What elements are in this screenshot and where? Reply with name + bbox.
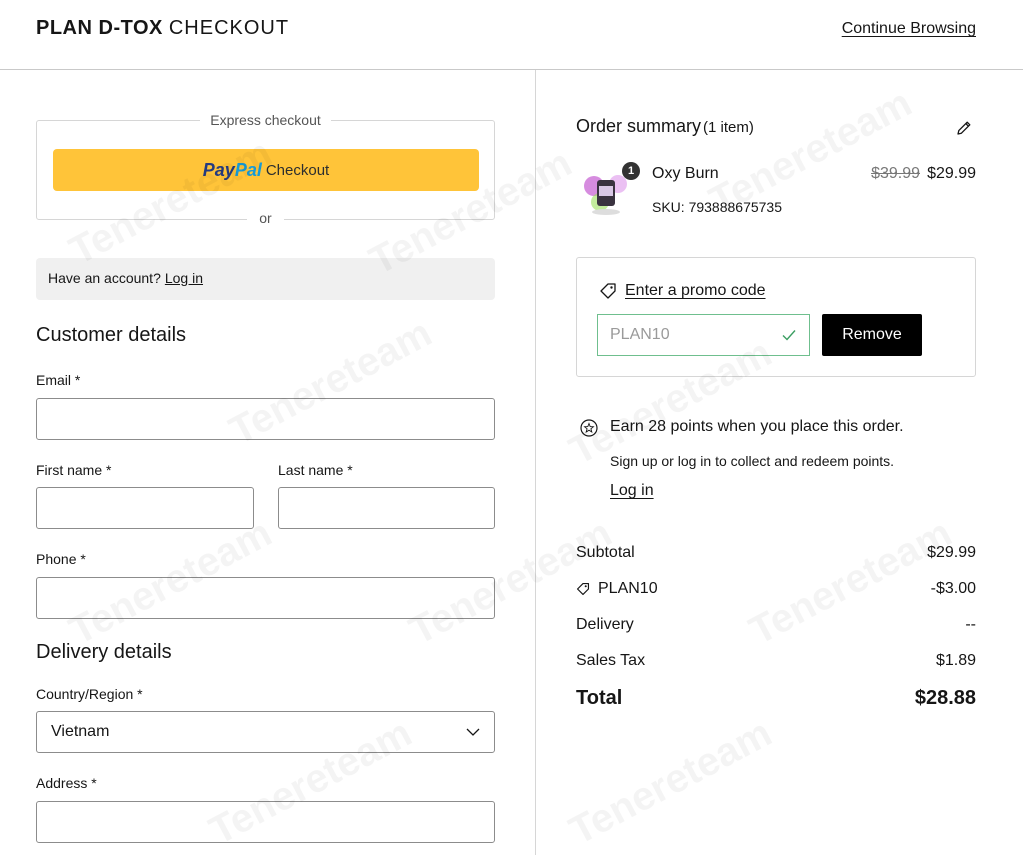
account-prompt: Have an account? [48,270,161,286]
promo-code-box: Enter a promo code PLAN10 Remove [576,257,976,377]
sales-tax-value: $1.89 [935,652,976,669]
customer-details-title: Customer details [36,324,187,346]
subtotal-value: $29.99 [927,544,976,561]
total-label: Total [576,687,623,709]
brand-checkout-label: CHECKOUT [168,17,290,39]
delivery-label: Delivery [576,616,634,633]
sales-tax-label: Sales Tax [576,652,646,669]
address-field[interactable] [36,801,495,843]
promo-code-link: Enter a promo code [625,282,766,299]
sales-tax-row: Sales Tax $1.89 [576,652,976,670]
remove-promo-button[interactable]: Remove [822,314,922,356]
account-login-box: Have an account? Log in [36,258,495,300]
last-name-label: Last name * [278,462,353,478]
last-name-field[interactable] [278,487,495,529]
points-subtext: Sign up or log in to collect and redeem … [610,453,895,469]
first-name-label: First name * [36,462,112,478]
promo-code-toggle[interactable]: Enter a promo code [599,282,766,300]
email-field[interactable] [36,398,495,440]
checkout-header: PLAN D-TOX CHECKOUT Continue Browsing [0,0,1023,70]
login-link[interactable]: Log in [165,270,203,286]
continue-browsing-link[interactable]: Continue Browsing [842,20,976,38]
phone-label: Phone * [36,551,86,567]
column-divider [535,70,536,855]
promo-code-value: PLAN10 [610,326,670,343]
subtotal-label: Subtotal [576,544,635,561]
order-item-count: (1 item) [703,119,754,136]
paypal-logo: PayPal [202,159,262,180]
original-price: $39.99 [871,165,920,182]
discount-row: PLAN10 -$3.00 [576,580,976,598]
delivery-row: Delivery -- [576,616,976,634]
express-checkout-box: Express checkout PayPal Checkout or [36,112,495,226]
tag-icon [600,283,616,299]
promo-code-input[interactable]: PLAN10 [597,314,810,356]
product-sku: SKU: 793888675735 [652,199,782,215]
country-select[interactable]: Vietnam [36,711,495,753]
email-label: Email * [36,372,81,388]
paypal-checkout-label: Checkout [265,161,330,179]
brand-name: PLAN D-TOX [36,17,163,39]
express-checkout-title: Express checkout [200,112,331,128]
discount-value: -$3.00 [930,580,976,597]
checkmark-icon [782,330,796,341]
total-value: $28.88 [914,687,976,709]
points-login-link[interactable]: Log in [610,482,654,500]
rewards-star-icon [580,419,598,437]
earn-points-text: Earn 28 points when you place this order… [610,418,904,435]
chevron-down-icon [466,728,480,736]
order-summary-title: Order summary (1 item) [576,116,754,136]
or-separator: or [247,210,284,226]
subtotal-row: Subtotal $29.99 [576,544,976,562]
address-label: Address * [36,775,97,791]
total-row: Total $28.88 [576,687,976,710]
quantity-badge: 1 [622,162,640,180]
delivery-details-title: Delivery details [36,641,172,663]
sale-price: $29.99 [927,165,976,182]
brand-logo[interactable]: PLAN D-TOX CHECKOUT [36,17,289,40]
first-name-field[interactable] [36,487,254,529]
paypal-checkout-button[interactable]: PayPal Checkout [53,149,479,191]
product-name: Oxy Burn [652,165,719,182]
country-selected-value: Vietnam [51,723,110,740]
country-label: Country/Region * [36,686,143,702]
watermark: Tenereteam [562,711,779,855]
pencil-icon[interactable] [954,118,974,138]
delivery-value: -- [965,616,976,633]
tag-icon [576,582,590,596]
phone-field[interactable] [36,577,495,619]
discount-label: PLAN10 [598,580,658,597]
